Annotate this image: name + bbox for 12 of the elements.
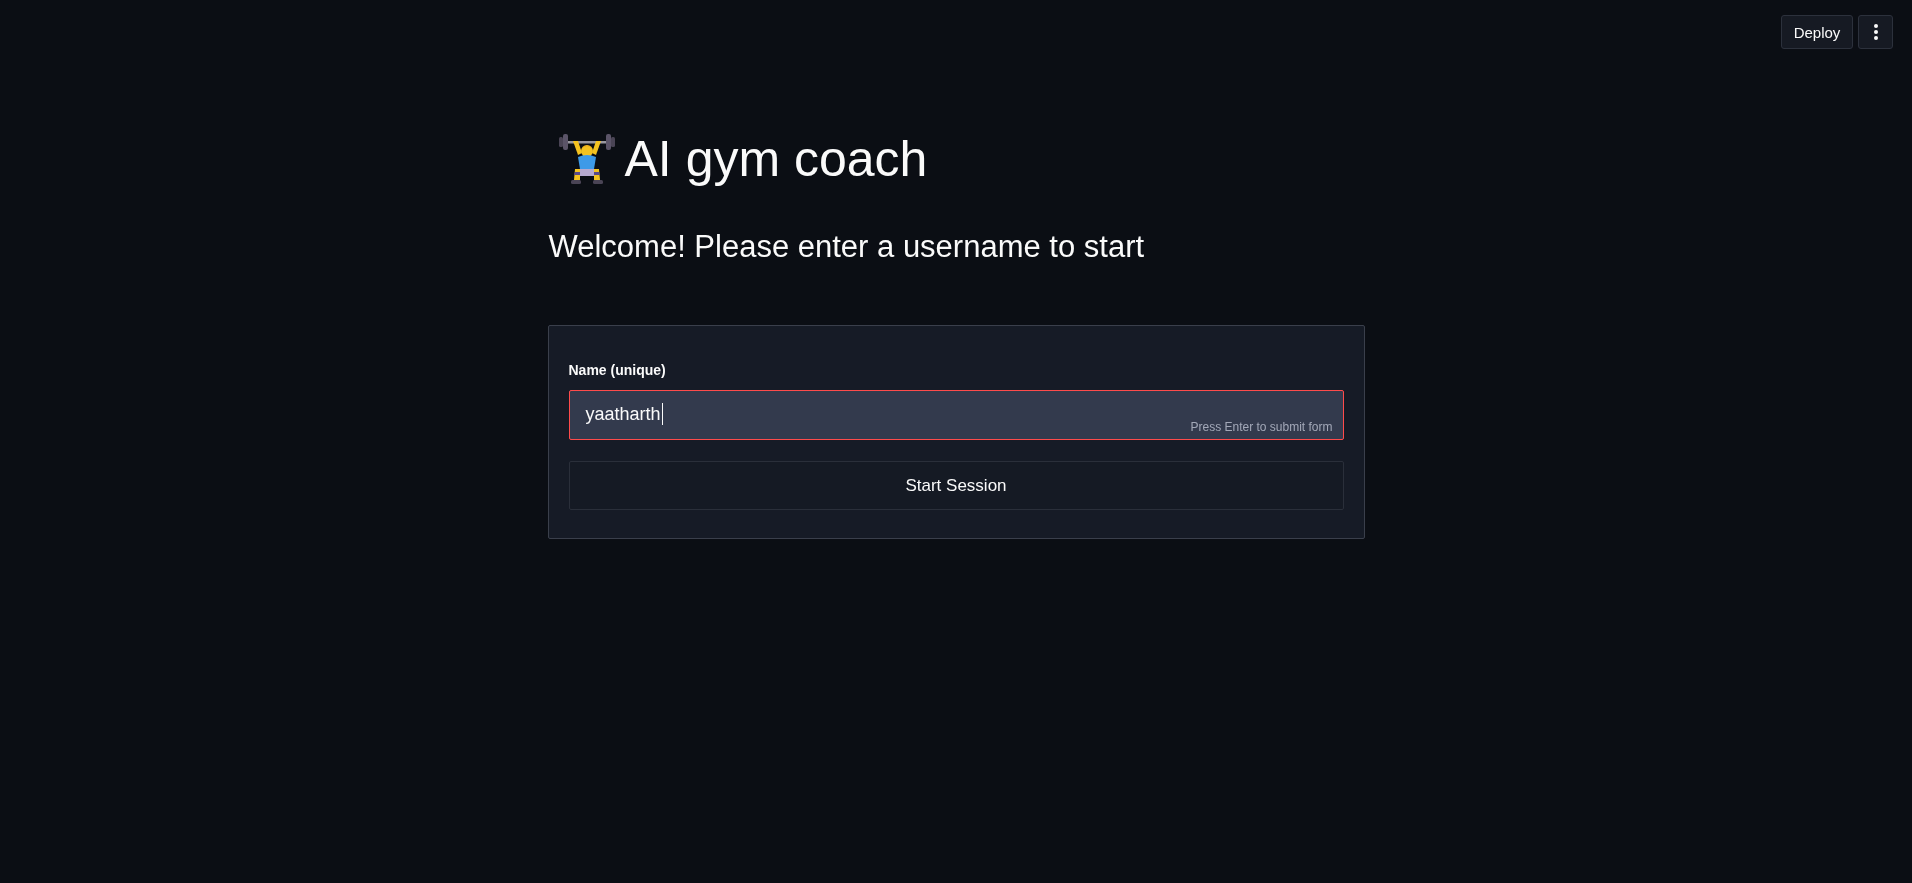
name-input-field[interactable]: yaatharth Press Enter to submit form (568, 390, 1344, 440)
welcome-heading: Welcome! Please enter a username to start (548, 228, 1146, 266)
page-title: AI gym coach (624, 130, 928, 189)
weightlifter-icon (558, 131, 615, 187)
submit-hint: Press Enter to submit form (1190, 419, 1333, 435)
deploy-button[interactable]: Deploy (1781, 15, 1853, 49)
vertical-dots-icon (1873, 24, 1878, 40)
text-cursor-icon (661, 403, 664, 425)
field-label: Name (unique) (568, 361, 666, 380)
start-session-button[interactable]: Start Session (568, 461, 1344, 510)
input-value: yaatharth (585, 403, 661, 426)
more-options-button[interactable] (1858, 15, 1893, 49)
